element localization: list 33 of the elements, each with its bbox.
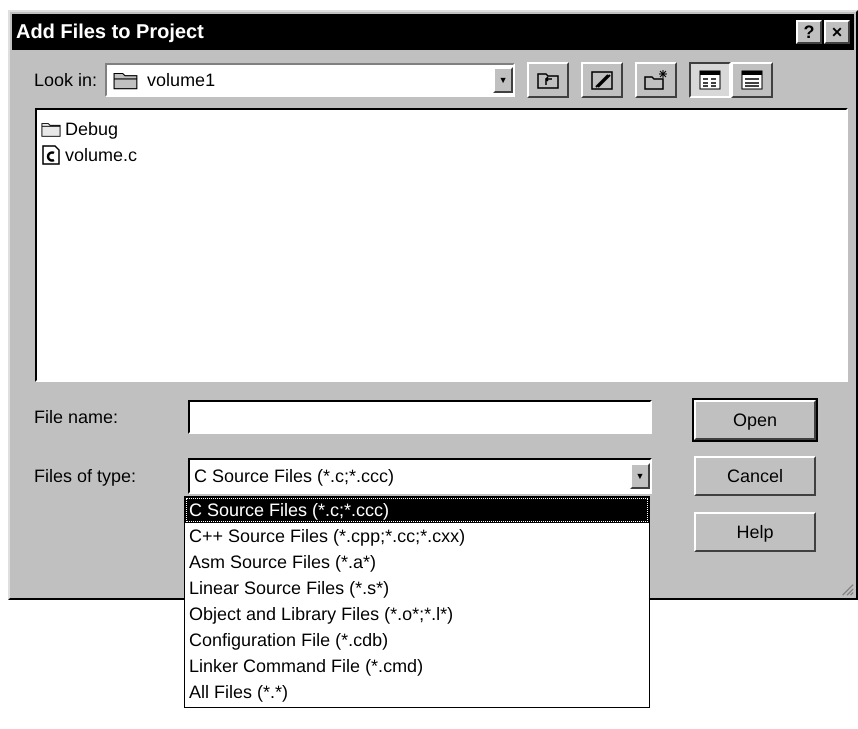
dialog-button[interactable]: Open bbox=[694, 400, 816, 440]
up-folder-button[interactable] bbox=[527, 62, 570, 98]
dialog-button[interactable]: Help bbox=[694, 512, 816, 552]
files-of-type-label: Files of type: bbox=[34, 466, 138, 486]
c-file-icon bbox=[41, 145, 61, 165]
file-type-option[interactable]: Linker Command File (*.cmd) bbox=[185, 653, 424, 679]
file-type-option[interactable]: Object and Library Files (*.o*;*.l*) bbox=[185, 601, 454, 627]
new-folder-button[interactable] bbox=[635, 62, 678, 98]
window-title: Add Files to Project bbox=[16, 20, 204, 44]
file-name-label: File name: bbox=[34, 406, 120, 428]
list-view-button[interactable] bbox=[689, 62, 732, 98]
file-item[interactable]: Debug bbox=[41, 116, 122, 142]
folder-icon bbox=[113, 70, 140, 90]
details-view-icon bbox=[741, 70, 764, 90]
file-type-option[interactable]: Linear Source Files (*.s*) bbox=[185, 575, 390, 601]
file-name-field[interactable] bbox=[188, 400, 652, 434]
help-button[interactable]: ? bbox=[796, 20, 822, 44]
file-type-option[interactable]: C++ Source Files (*.cpp;*.cc;*.cxx) bbox=[185, 523, 466, 549]
resize-grip-icon bbox=[840, 582, 854, 596]
details-view-button[interactable] bbox=[731, 62, 774, 98]
file-type-option[interactable]: C Source Files (*.c;*.ccc) bbox=[185, 497, 649, 523]
look-in-dropdown[interactable]: volume1 ▼ bbox=[105, 63, 516, 97]
file-type-option[interactable]: Configuration File (*.cdb) bbox=[185, 627, 388, 653]
pen-icon bbox=[590, 69, 614, 91]
dialog-button[interactable]: Cancel bbox=[694, 456, 816, 496]
look-in-label: Look in: bbox=[34, 70, 98, 90]
new-folder-icon bbox=[643, 69, 670, 91]
desktop-button[interactable] bbox=[581, 62, 624, 98]
file-type-option[interactable]: All Files (*.*) bbox=[185, 679, 288, 705]
file-item[interactable]: volume.c bbox=[41, 142, 142, 168]
file-type-option[interactable]: Asm Source Files (*.a*) bbox=[185, 549, 376, 575]
close-button[interactable]: × bbox=[824, 20, 850, 44]
list-view-icon bbox=[699, 70, 722, 90]
